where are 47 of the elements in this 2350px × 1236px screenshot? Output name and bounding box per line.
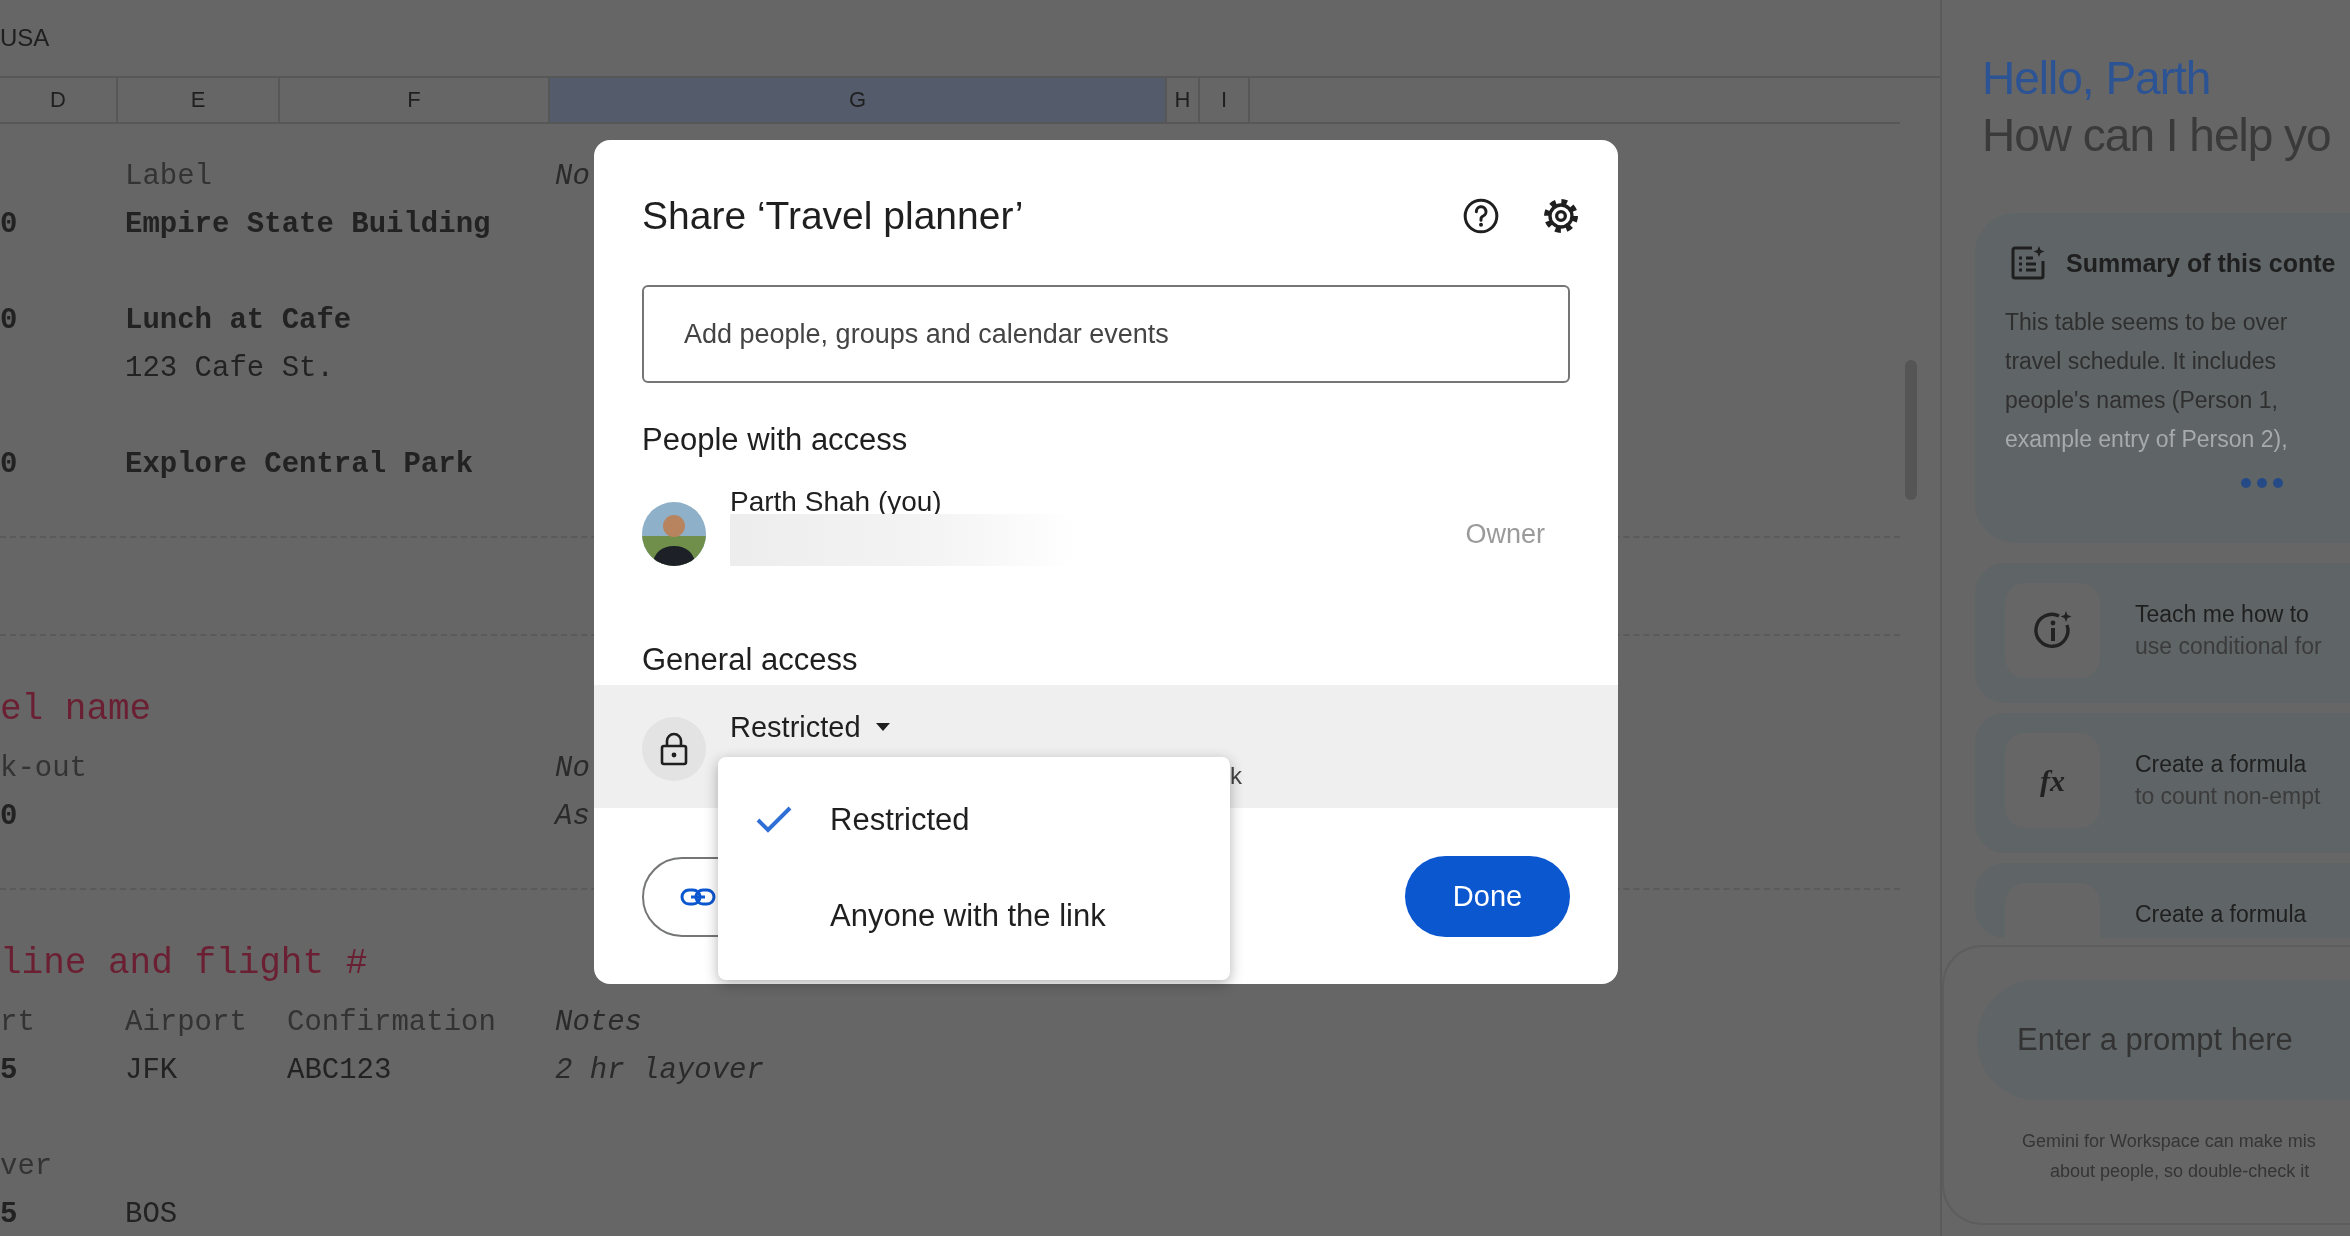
sheet-cell: Explore Central Park (125, 447, 474, 481)
lock-icon (659, 732, 689, 766)
summary-icon (2010, 245, 2046, 281)
section-heading: el name (0, 689, 152, 730)
sheet-cell: 0 (0, 447, 18, 481)
column-header[interactable]: G (550, 78, 1167, 122)
sheet-cell: 0 (0, 799, 18, 833)
summary-line: example entry of Person 2), (2005, 425, 2289, 454)
caret-icon (874, 722, 891, 732)
dialog-title: Share ‘Travel planner’ (642, 194, 1024, 238)
sheet-cell: 5 (0, 1197, 18, 1231)
greeting: Hello, Parth (1982, 52, 2211, 104)
sheet-cell: Empire State Building (125, 207, 491, 241)
menu-item[interactable]: Anyone with the link (718, 868, 1230, 964)
sheet-cell: No (555, 751, 590, 785)
role-label: Owner (1465, 518, 1545, 550)
add-people-field[interactable]: Add people, groups and calendar events (642, 285, 1570, 383)
access-dropdown[interactable]: Restricted (730, 707, 891, 747)
suggestion-title: Create a formula (2135, 900, 2307, 929)
summary-line: travel schedule. It includes (2005, 347, 2278, 376)
help-icon[interactable] (1461, 196, 1501, 236)
section-heading: General access (642, 642, 858, 677)
menu-item[interactable]: Restricted (718, 772, 1230, 868)
sheet-cell: 123 Cafe St. (125, 351, 334, 385)
sheet-cell: Notes (555, 1005, 642, 1039)
card-title: Summary of this conte (2066, 248, 2336, 278)
done-button[interactable]: Done (1405, 856, 1570, 937)
section-heading: People with access (642, 422, 908, 457)
link-icon (680, 886, 716, 907)
sheet-cell: ABC123 (287, 1053, 392, 1087)
sheet-cell: 2 hr layover (555, 1053, 764, 1087)
sheet-cell: No (555, 159, 590, 193)
suggestion-card[interactable]: Create a formula (1975, 863, 2350, 938)
section-heading: line and flight # (0, 943, 368, 984)
sheet-cell: 0 (0, 303, 18, 337)
formula-icon: fx (2040, 763, 2065, 798)
sheet-cell: Lunch at Cafe (125, 303, 352, 337)
sheet-cell: USA (0, 24, 50, 52)
access-description: k (1230, 761, 1242, 791)
sheet-cell: JFK (125, 1053, 178, 1087)
suggestion-title: Create a formula (2135, 750, 2307, 779)
sheet-cell: As (555, 799, 590, 833)
sheet-cell: 0 (0, 207, 18, 241)
suggestion-title: Teach me how to (2135, 600, 2309, 629)
sheet-cell: 5 (0, 1053, 18, 1087)
sheet-cell: BOS (125, 1197, 178, 1231)
settings-icon[interactable] (1541, 196, 1581, 236)
